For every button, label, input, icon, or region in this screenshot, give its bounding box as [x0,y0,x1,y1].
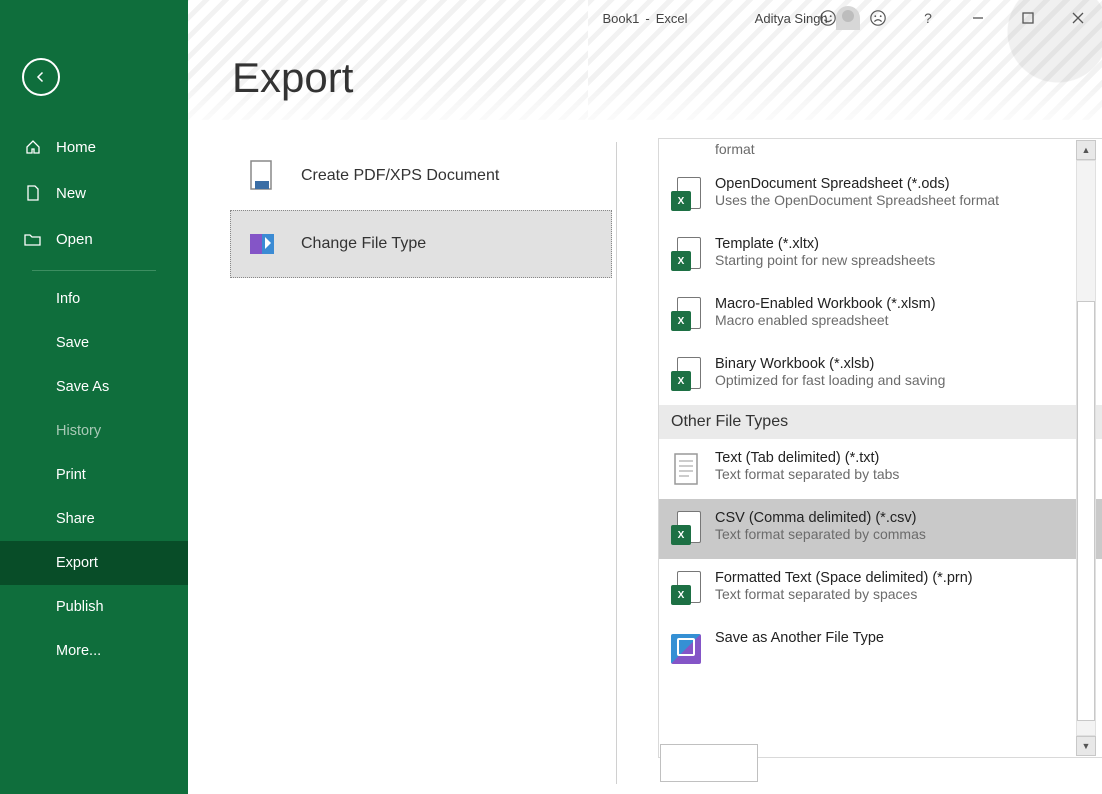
sidebar-item-label: Home [56,139,96,156]
filetype-title: Text (Tab delimited) (*.txt) [715,450,899,466]
pdf-document-icon [245,159,279,193]
change-file-type-icon [245,227,279,261]
column-separator [616,142,617,784]
sidebar-item-info[interactable]: Info [0,277,188,321]
filetype-desc: Starting point for new spreadsheets [715,252,935,268]
filetype-title: OpenDocument Spreadsheet (*.ods) [715,176,999,192]
sidebar-item-label: Open [56,231,93,248]
filetype-desc: Uses the OpenDocument Spreadsheet format [715,192,999,208]
close-button[interactable] [1064,4,1092,32]
sidebar-item-share[interactable]: Share [0,497,188,541]
main-panel: Book1 - Excel Aditya Singh ? Export [188,0,1102,794]
sidebar-item-publish[interactable]: Publish [0,585,188,629]
sidebar-item-print[interactable]: Print [0,453,188,497]
user-identity[interactable]: Aditya Singh [755,6,860,30]
filetype-title: Save as Another File Type [715,630,884,646]
change-file-type-option[interactable]: Change File Type [230,210,612,278]
sidebar-item-home[interactable]: Home [0,124,188,170]
scroll-up-button[interactable]: ▲ [1076,140,1096,160]
filetype-title: Template (*.xltx) [715,236,935,252]
app-name: Excel [656,11,688,26]
filetype-section-header: Other File Types [659,405,1102,439]
page-title: Export [232,54,353,102]
sidebar-item-history: History [0,409,188,453]
help-icon[interactable]: ? [914,4,942,32]
filetype-txt[interactable]: Text (Tab delimited) (*.txt) Text format… [659,439,1102,499]
filetype-title: Binary Workbook (*.xlsb) [715,356,945,372]
create-pdf-xps-option[interactable]: Create PDF/XPS Document [230,142,612,210]
filetype-desc: Optimized for fast loading and saving [715,372,945,388]
filetype-title: Formatted Text (Space delimited) (*.prn) [715,570,973,586]
sidebar-item-saveas[interactable]: Save As [0,365,188,409]
titlebar: Book1 - Excel Aditya Singh ? [188,0,1102,36]
arrow-left-icon [32,68,50,86]
sidebar-item-new[interactable]: New [0,170,188,216]
excel-file-icon: X [669,510,703,548]
user-avatar-icon [836,6,860,30]
filetype-desc: Text format separated by tabs [715,466,899,482]
filetype-save-another[interactable]: Save as Another File Type [659,619,1102,679]
file-type-panel: format X OpenDocument Spreadsheet (*.ods… [658,138,1102,758]
save-as-button[interactable] [660,744,758,782]
filetype-partial-label: format [659,139,1102,165]
filetype-xlsb[interactable]: X Binary Workbook (*.xlsb) Optimized for… [659,345,1102,405]
maximize-button[interactable] [1014,4,1042,32]
window-title: Book1 - Excel [602,11,687,26]
filetype-xltx[interactable]: X Template (*.xltx) Starting point for n… [659,225,1102,285]
sidebar-item-label: New [56,185,86,202]
excel-file-icon: X [669,356,703,394]
scroll-thumb[interactable] [1077,301,1095,721]
sidebar-item-export[interactable]: Export [0,541,188,585]
filetype-desc: Text format separated by commas [715,526,926,542]
filetype-ods[interactable]: X OpenDocument Spreadsheet (*.ods) Uses … [659,165,1102,225]
save-as-icon [669,630,703,668]
user-name: Aditya Singh [755,11,828,26]
filetype-prn[interactable]: X Formatted Text (Space delimited) (*.pr… [659,559,1102,619]
vertical-scrollbar[interactable]: ▲ ▼ [1076,140,1096,756]
export-option-label: Create PDF/XPS Document [301,167,499,185]
text-file-icon [669,450,703,488]
backstage-sidebar: Home New Open Info Save Save As History … [0,0,188,794]
folder-open-icon [24,230,42,248]
excel-file-icon: X [669,236,703,274]
back-button[interactable] [22,58,60,96]
scroll-down-button[interactable]: ▼ [1076,736,1096,756]
filetype-desc: Text format separated by spaces [715,586,973,602]
sidebar-item-more[interactable]: More... [0,629,188,673]
excel-file-icon: X [669,176,703,214]
excel-file-icon: X [669,296,703,334]
filetype-csv[interactable]: X CSV (Comma delimited) (*.csv) Text for… [659,499,1102,559]
sidebar-divider [32,270,156,271]
new-file-icon [24,184,42,202]
export-option-label: Change File Type [301,235,426,253]
sad-face-icon[interactable] [864,4,892,32]
scroll-track[interactable] [1076,160,1096,736]
export-options-list: Create PDF/XPS Document Change File Type [230,142,612,278]
sidebar-item-save[interactable]: Save [0,321,188,365]
filetype-title: CSV (Comma delimited) (*.csv) [715,510,926,526]
filetype-desc: Macro enabled spreadsheet [715,312,936,328]
filetype-xlsm[interactable]: X Macro-Enabled Workbook (*.xlsm) Macro … [659,285,1102,345]
home-icon [24,138,42,156]
minimize-button[interactable] [964,4,992,32]
document-name: Book1 [602,11,639,26]
sidebar-item-open[interactable]: Open [0,216,188,262]
excel-file-icon: X [669,570,703,608]
filetype-title: Macro-Enabled Workbook (*.xlsm) [715,296,936,312]
